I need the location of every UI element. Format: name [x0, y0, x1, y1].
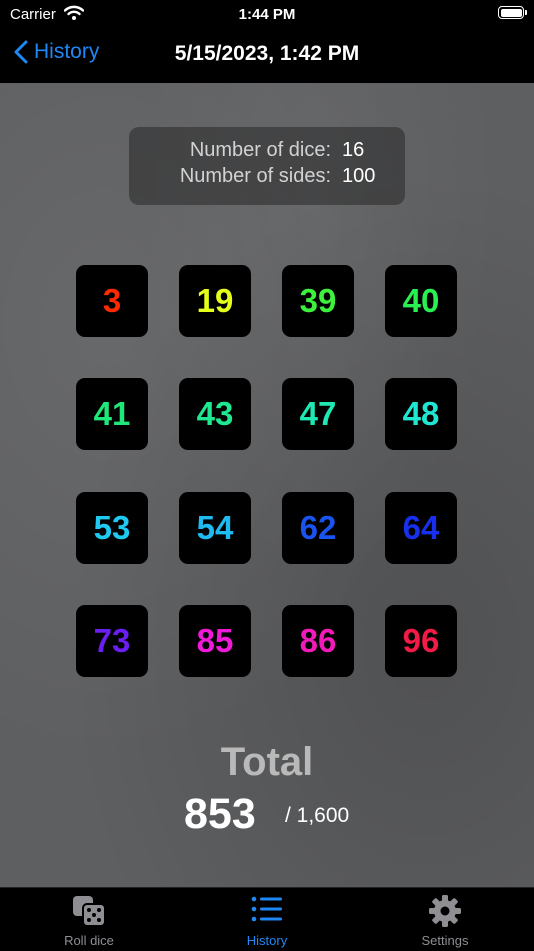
die-value: 43	[196, 395, 234, 432]
die-value: 53	[93, 509, 131, 546]
die: 39	[282, 265, 354, 337]
die: 62	[282, 492, 354, 564]
die: 64	[385, 492, 457, 564]
die-value: 47	[299, 395, 337, 432]
die-value: 48	[402, 395, 440, 432]
die-value: 54	[196, 509, 234, 546]
die: 47	[282, 378, 354, 450]
die-value: 86	[299, 622, 337, 659]
total-label: Total	[220, 740, 314, 784]
sides-count-row: Number of sides: 100	[129, 165, 405, 191]
status-time: 1:44 PM	[238, 6, 296, 23]
die: 40	[385, 265, 457, 337]
die: 53	[76, 492, 148, 564]
status-bar: Carrier 1:44 PM	[0, 0, 534, 30]
die: 41	[76, 378, 148, 450]
die-value: 73	[93, 622, 131, 659]
die: 43	[179, 378, 251, 450]
dice-icon	[0, 894, 178, 928]
dice-count-value: 16	[342, 139, 365, 161]
sides-count-value: 100	[342, 165, 376, 187]
gear-icon	[356, 894, 534, 928]
roll-info-box: Number of dice: 16 Number of sides: 100	[129, 127, 405, 205]
battery-icon	[498, 6, 527, 19]
die: 96	[385, 605, 457, 677]
die-value: 96	[402, 622, 440, 659]
die-value: 39	[299, 282, 337, 319]
dice-count-row: Number of dice: 16	[129, 139, 405, 165]
tab-label: Settings	[421, 933, 469, 948]
die: 48	[385, 378, 457, 450]
die-value: 41	[93, 395, 131, 432]
tab-label: History	[246, 933, 288, 948]
list-icon	[178, 894, 356, 924]
total-value: 853	[184, 790, 256, 838]
die: 86	[282, 605, 354, 677]
dice-count-label: Number of dice:	[189, 139, 331, 161]
die-value: 19	[196, 282, 234, 319]
total-max: / 1,600	[285, 804, 350, 827]
die-value: 85	[196, 622, 234, 659]
sides-count-label: Number of sides:	[179, 165, 331, 187]
die: 3	[76, 265, 148, 337]
die-value: 62	[299, 509, 337, 546]
die-value: 64	[402, 509, 440, 546]
roll-detail-panel: Number of dice: 16 Number of sides: 100 …	[0, 83, 534, 887]
die: 73	[76, 605, 148, 677]
die-value: 40	[402, 282, 440, 319]
tab-history[interactable]: History	[178, 888, 356, 951]
page-title: 5/15/2023, 1:42 PM	[174, 42, 360, 65]
tab-label: Roll dice	[64, 933, 114, 948]
tab-settings[interactable]: Settings	[356, 888, 534, 951]
die: 85	[179, 605, 251, 677]
navigation-bar: History 5/15/2023, 1:42 PM	[0, 30, 534, 83]
tab-bar: Roll dice History Settings	[0, 887, 534, 951]
die: 19	[179, 265, 251, 337]
die: 54	[179, 492, 251, 564]
tab-roll-dice[interactable]: Roll dice	[0, 888, 178, 951]
die-value: 3	[102, 282, 122, 319]
